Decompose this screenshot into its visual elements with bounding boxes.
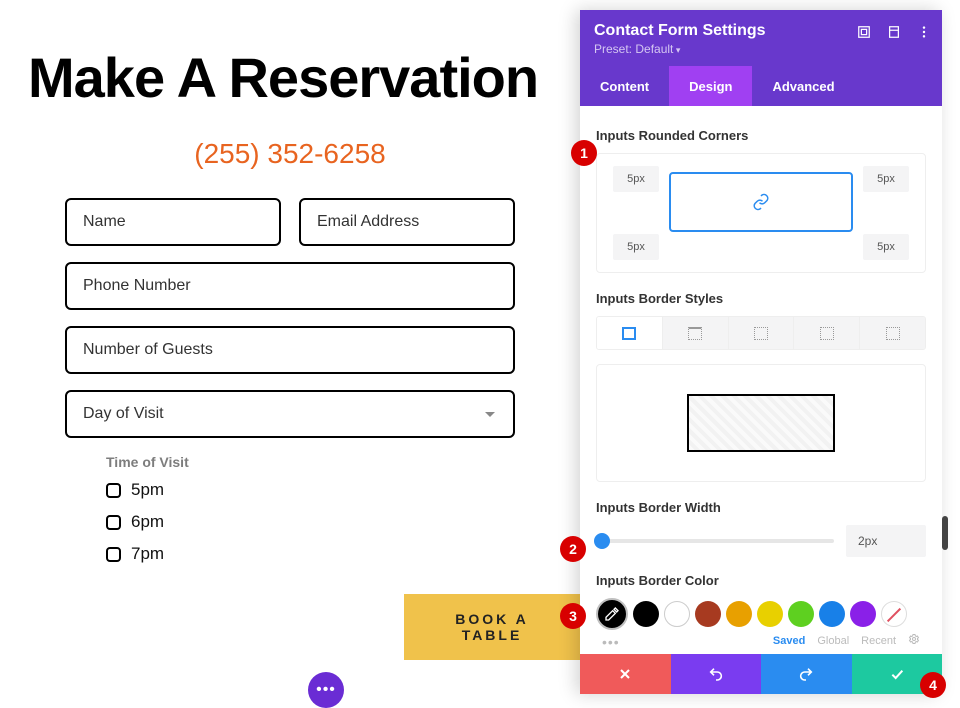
color-picker-button[interactable] xyxy=(596,598,628,630)
swatch-yellow[interactable] xyxy=(757,601,783,627)
swatch-blue[interactable] xyxy=(819,601,845,627)
corner-top-left-input[interactable]: 5px xyxy=(613,166,659,192)
name-field[interactable]: Name xyxy=(65,198,281,246)
corner-top-right-input[interactable]: 5px xyxy=(863,166,909,192)
swatch-green[interactable] xyxy=(788,601,814,627)
swatch-orange[interactable] xyxy=(726,601,752,627)
close-icon xyxy=(617,666,633,682)
redo-icon xyxy=(798,666,814,682)
floating-menu-button[interactable]: ••• xyxy=(308,672,344,708)
palette-tabs: Saved Global Recent xyxy=(773,633,920,648)
link-icon[interactable] xyxy=(752,193,770,211)
preset-dropdown[interactable]: Preset: Default xyxy=(594,42,928,56)
checkbox-icon xyxy=(106,483,121,498)
day-select[interactable]: Day of Visit xyxy=(65,390,515,438)
tab-content[interactable]: Content xyxy=(580,66,669,106)
time-option-label: 6pm xyxy=(131,512,164,532)
step-badge-4: 4 xyxy=(920,672,946,698)
expand-icon[interactable] xyxy=(856,24,872,40)
border-style-left[interactable] xyxy=(860,317,925,349)
swatch-brown[interactable] xyxy=(695,601,721,627)
panel-body: Inputs Rounded Corners 5px 5px 5px 5px I… xyxy=(580,106,942,654)
border-width-value[interactable]: 2px xyxy=(846,525,926,557)
border-preview-rect xyxy=(687,394,835,452)
swatch-purple[interactable] xyxy=(850,601,876,627)
border-width-control: 2px xyxy=(596,525,926,557)
border-width-label: Inputs Border Width xyxy=(596,500,926,515)
email-field[interactable]: Email Address xyxy=(299,198,515,246)
step-badge-2: 2 xyxy=(560,536,586,562)
checkbox-icon xyxy=(106,515,121,530)
time-option-label: 5pm xyxy=(131,480,164,500)
gear-icon[interactable] xyxy=(908,633,920,648)
tab-design[interactable]: Design xyxy=(669,66,752,106)
reservation-form: Name Email Address Phone Number Number o… xyxy=(65,198,515,438)
border-style-top[interactable] xyxy=(663,317,729,349)
settings-tabs: Content Design Advanced xyxy=(580,66,942,106)
panel-header: Contact Form Settings Preset: Default xyxy=(580,10,942,66)
undo-button[interactable] xyxy=(671,654,762,694)
tab-advanced[interactable]: Advanced xyxy=(752,66,854,106)
corners-preview xyxy=(669,172,853,232)
time-of-visit-label: Time of Visit xyxy=(106,454,580,470)
check-icon xyxy=(889,666,905,682)
settings-panel: Contact Form Settings Preset: Default Co… xyxy=(580,10,942,694)
page-title: Make A Reservation xyxy=(28,45,580,110)
border-width-slider[interactable] xyxy=(596,539,834,543)
swatch-black[interactable] xyxy=(633,601,659,627)
cancel-button[interactable] xyxy=(580,654,671,694)
swatch-white[interactable] xyxy=(664,601,690,627)
time-option-5pm[interactable]: 5pm xyxy=(106,480,580,500)
swatch-none[interactable] xyxy=(881,601,907,627)
border-color-label: Inputs Border Color xyxy=(596,573,926,588)
slider-thumb[interactable] xyxy=(594,533,610,549)
time-option-6pm[interactable]: 6pm xyxy=(106,512,580,532)
phone-number: (255) 352-6258 xyxy=(0,138,580,170)
border-styles-label: Inputs Border Styles xyxy=(596,291,926,306)
collapse-icon[interactable] xyxy=(886,24,902,40)
phone-field[interactable]: Phone Number xyxy=(65,262,515,310)
book-table-button[interactable]: BOOK A TABLE xyxy=(404,594,580,660)
corner-bottom-left-input[interactable]: 5px xyxy=(613,234,659,260)
rounded-corners-control: 5px 5px 5px 5px xyxy=(596,153,926,273)
palette-recent[interactable]: Recent xyxy=(861,635,896,647)
border-style-all[interactable] xyxy=(597,317,663,349)
corner-bottom-right-input[interactable]: 5px xyxy=(863,234,909,260)
step-badge-1: 1 xyxy=(571,140,597,166)
panel-footer xyxy=(580,654,942,694)
eyedropper-icon xyxy=(604,606,620,622)
kebab-icon[interactable] xyxy=(916,24,932,40)
step-badge-3: 3 xyxy=(560,603,586,629)
border-style-bottom[interactable] xyxy=(794,317,860,349)
border-style-right[interactable] xyxy=(729,317,795,349)
form-preview: Make A Reservation (255) 352-6258 Name E… xyxy=(0,0,580,706)
border-preview xyxy=(596,364,926,482)
time-option-label: 7pm xyxy=(131,544,164,564)
palette-global[interactable]: Global xyxy=(817,635,849,647)
checkbox-icon xyxy=(106,547,121,562)
time-option-7pm[interactable]: 7pm xyxy=(106,544,580,564)
scrollbar-thumb[interactable] xyxy=(942,516,948,550)
palette-saved[interactable]: Saved xyxy=(773,635,805,647)
color-swatches xyxy=(596,598,926,630)
border-style-selector xyxy=(596,316,926,350)
rounded-corners-label: Inputs Rounded Corners xyxy=(596,128,926,143)
guests-field[interactable]: Number of Guests xyxy=(65,326,515,374)
time-options: 5pm 6pm 7pm xyxy=(106,480,580,564)
redo-button[interactable] xyxy=(761,654,852,694)
undo-icon xyxy=(708,666,724,682)
